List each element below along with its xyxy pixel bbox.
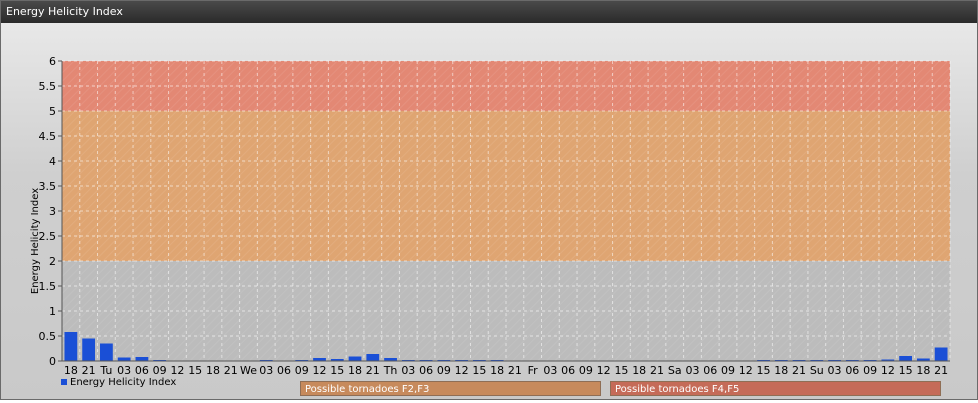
widget-title: Energy Helicity Index — [1, 1, 977, 23]
y-tick-label: 0.5 — [39, 330, 57, 343]
x-tick-label: 09 — [721, 364, 735, 377]
x-tick-label: 09 — [579, 364, 593, 377]
y-tick-label: 3 — [49, 205, 56, 218]
y-tick-label: 1.5 — [39, 280, 57, 293]
y-tick-label: 5 — [49, 105, 56, 118]
legend-zone-f2-f3: Possible tornadoes F2,F3 — [300, 381, 601, 396]
x-tick-label: 12 — [881, 364, 895, 377]
x-tick-label: Su — [810, 364, 824, 377]
legend-zone-f4-f5: Possible tornadoes F4,F5 — [610, 381, 941, 396]
x-tick-label: 21 — [82, 364, 96, 377]
y-tick-label: 2.5 — [39, 230, 57, 243]
x-tick-label: 18 — [348, 364, 362, 377]
legend-series-label: Energy Helicity Index — [70, 377, 176, 388]
y-tick-label: 4 — [49, 155, 56, 168]
x-tick-label: 03 — [259, 364, 273, 377]
x-tick-label: 15 — [472, 364, 486, 377]
bar-18 — [64, 332, 78, 361]
x-tick-label: 18 — [916, 364, 930, 377]
y-tick-label: 2 — [49, 255, 56, 268]
y-axis-label: Energy Helicity Index — [30, 188, 41, 294]
y-tick-label: 6 — [49, 55, 56, 68]
x-tick-label: 09 — [153, 364, 167, 377]
y-tick-label: 0 — [49, 355, 56, 368]
x-tick-label: 21 — [366, 364, 380, 377]
bar-21 — [82, 338, 96, 361]
x-tick-label: 03 — [828, 364, 842, 377]
x-tick-label: 03 — [543, 364, 557, 377]
x-tick-label: 15 — [188, 364, 202, 377]
x-tick-label: 15 — [899, 364, 913, 377]
x-axis: 18 21 Tu 03 06 09 12 15 18 21 We 03 06 09 12 15 18 21 Th 03… — [62, 360, 950, 377]
y-axis: 0 0.5 1 1.5 2 2.5 3 3.5 4 4.5 5 5.5 6 — [39, 55, 63, 368]
x-tick-label: 18 — [490, 364, 504, 377]
chart-widget: Energy Helicity Index 0 0.5 1 1.5 2 2.5 3 3.5 4 4… — [0, 0, 978, 400]
x-tick-label: 18 — [632, 364, 646, 377]
x-tick-label: 06 — [135, 364, 149, 377]
legend-series-swatch — [61, 379, 67, 385]
x-tick-label: 15 — [757, 364, 771, 377]
bar-15 — [899, 356, 912, 361]
x-tick-label: 12 — [455, 364, 469, 377]
bar-18 — [348, 356, 362, 361]
y-tick-label: 3.5 — [39, 180, 57, 193]
bar-06 — [135, 357, 149, 361]
x-tick-label: We — [240, 364, 257, 377]
x-tick-label: 21 — [650, 364, 664, 377]
x-tick-label: 21 — [508, 364, 522, 377]
x-tick-label: 12 — [739, 364, 753, 377]
x-tick-label: 21 — [792, 364, 806, 377]
x-tick-label: Th — [383, 364, 398, 377]
x-tick-label: Tu — [99, 364, 112, 377]
bar-21 — [366, 354, 380, 361]
chart-area: 0 0.5 1 1.5 2 2.5 3 3.5 4 4.5 5 5.5 6 18 21 Tu 03 06 09 12… — [1, 23, 977, 399]
bar-Tu — [100, 343, 113, 361]
x-tick-label: 18 — [64, 364, 78, 377]
bar-03 — [117, 357, 131, 361]
x-tick-label: 09 — [295, 364, 309, 377]
x-tick-label: Fr — [528, 364, 539, 377]
x-tick-label: 15 — [614, 364, 628, 377]
x-tick-label: 06 — [561, 364, 575, 377]
y-tick-label: 4.5 — [39, 130, 57, 143]
x-tick-label: 06 — [845, 364, 859, 377]
x-tick-label: 18 — [206, 364, 220, 377]
x-tick-label: 21 — [224, 364, 238, 377]
x-tick-label: 06 — [277, 364, 291, 377]
y-tick-label: 5.5 — [39, 80, 57, 93]
ehi-bar-chart: 00.511.522.533.544.555.56 18 21 Tu 03 06 09 12… — [30, 55, 951, 388]
x-tick-label: 06 — [703, 364, 717, 377]
x-tick-label: Sa — [668, 364, 682, 377]
x-tick-label: 03 — [117, 364, 131, 377]
x-tick-label: 18 — [774, 364, 788, 377]
x-tick-label: 12 — [597, 364, 611, 377]
x-tick-label: 06 — [419, 364, 433, 377]
bar-21 — [934, 347, 948, 361]
x-tick-label: 12 — [170, 364, 184, 377]
x-tick-label: 15 — [330, 364, 344, 377]
x-tick-label: 09 — [437, 364, 451, 377]
y-tick-label: 1 — [49, 305, 56, 318]
x-tick-label: 21 — [934, 364, 948, 377]
x-tick-label: 03 — [401, 364, 415, 377]
x-tick-label: 03 — [685, 364, 699, 377]
x-tick-label: 09 — [863, 364, 877, 377]
x-tick-label: 12 — [313, 364, 327, 377]
